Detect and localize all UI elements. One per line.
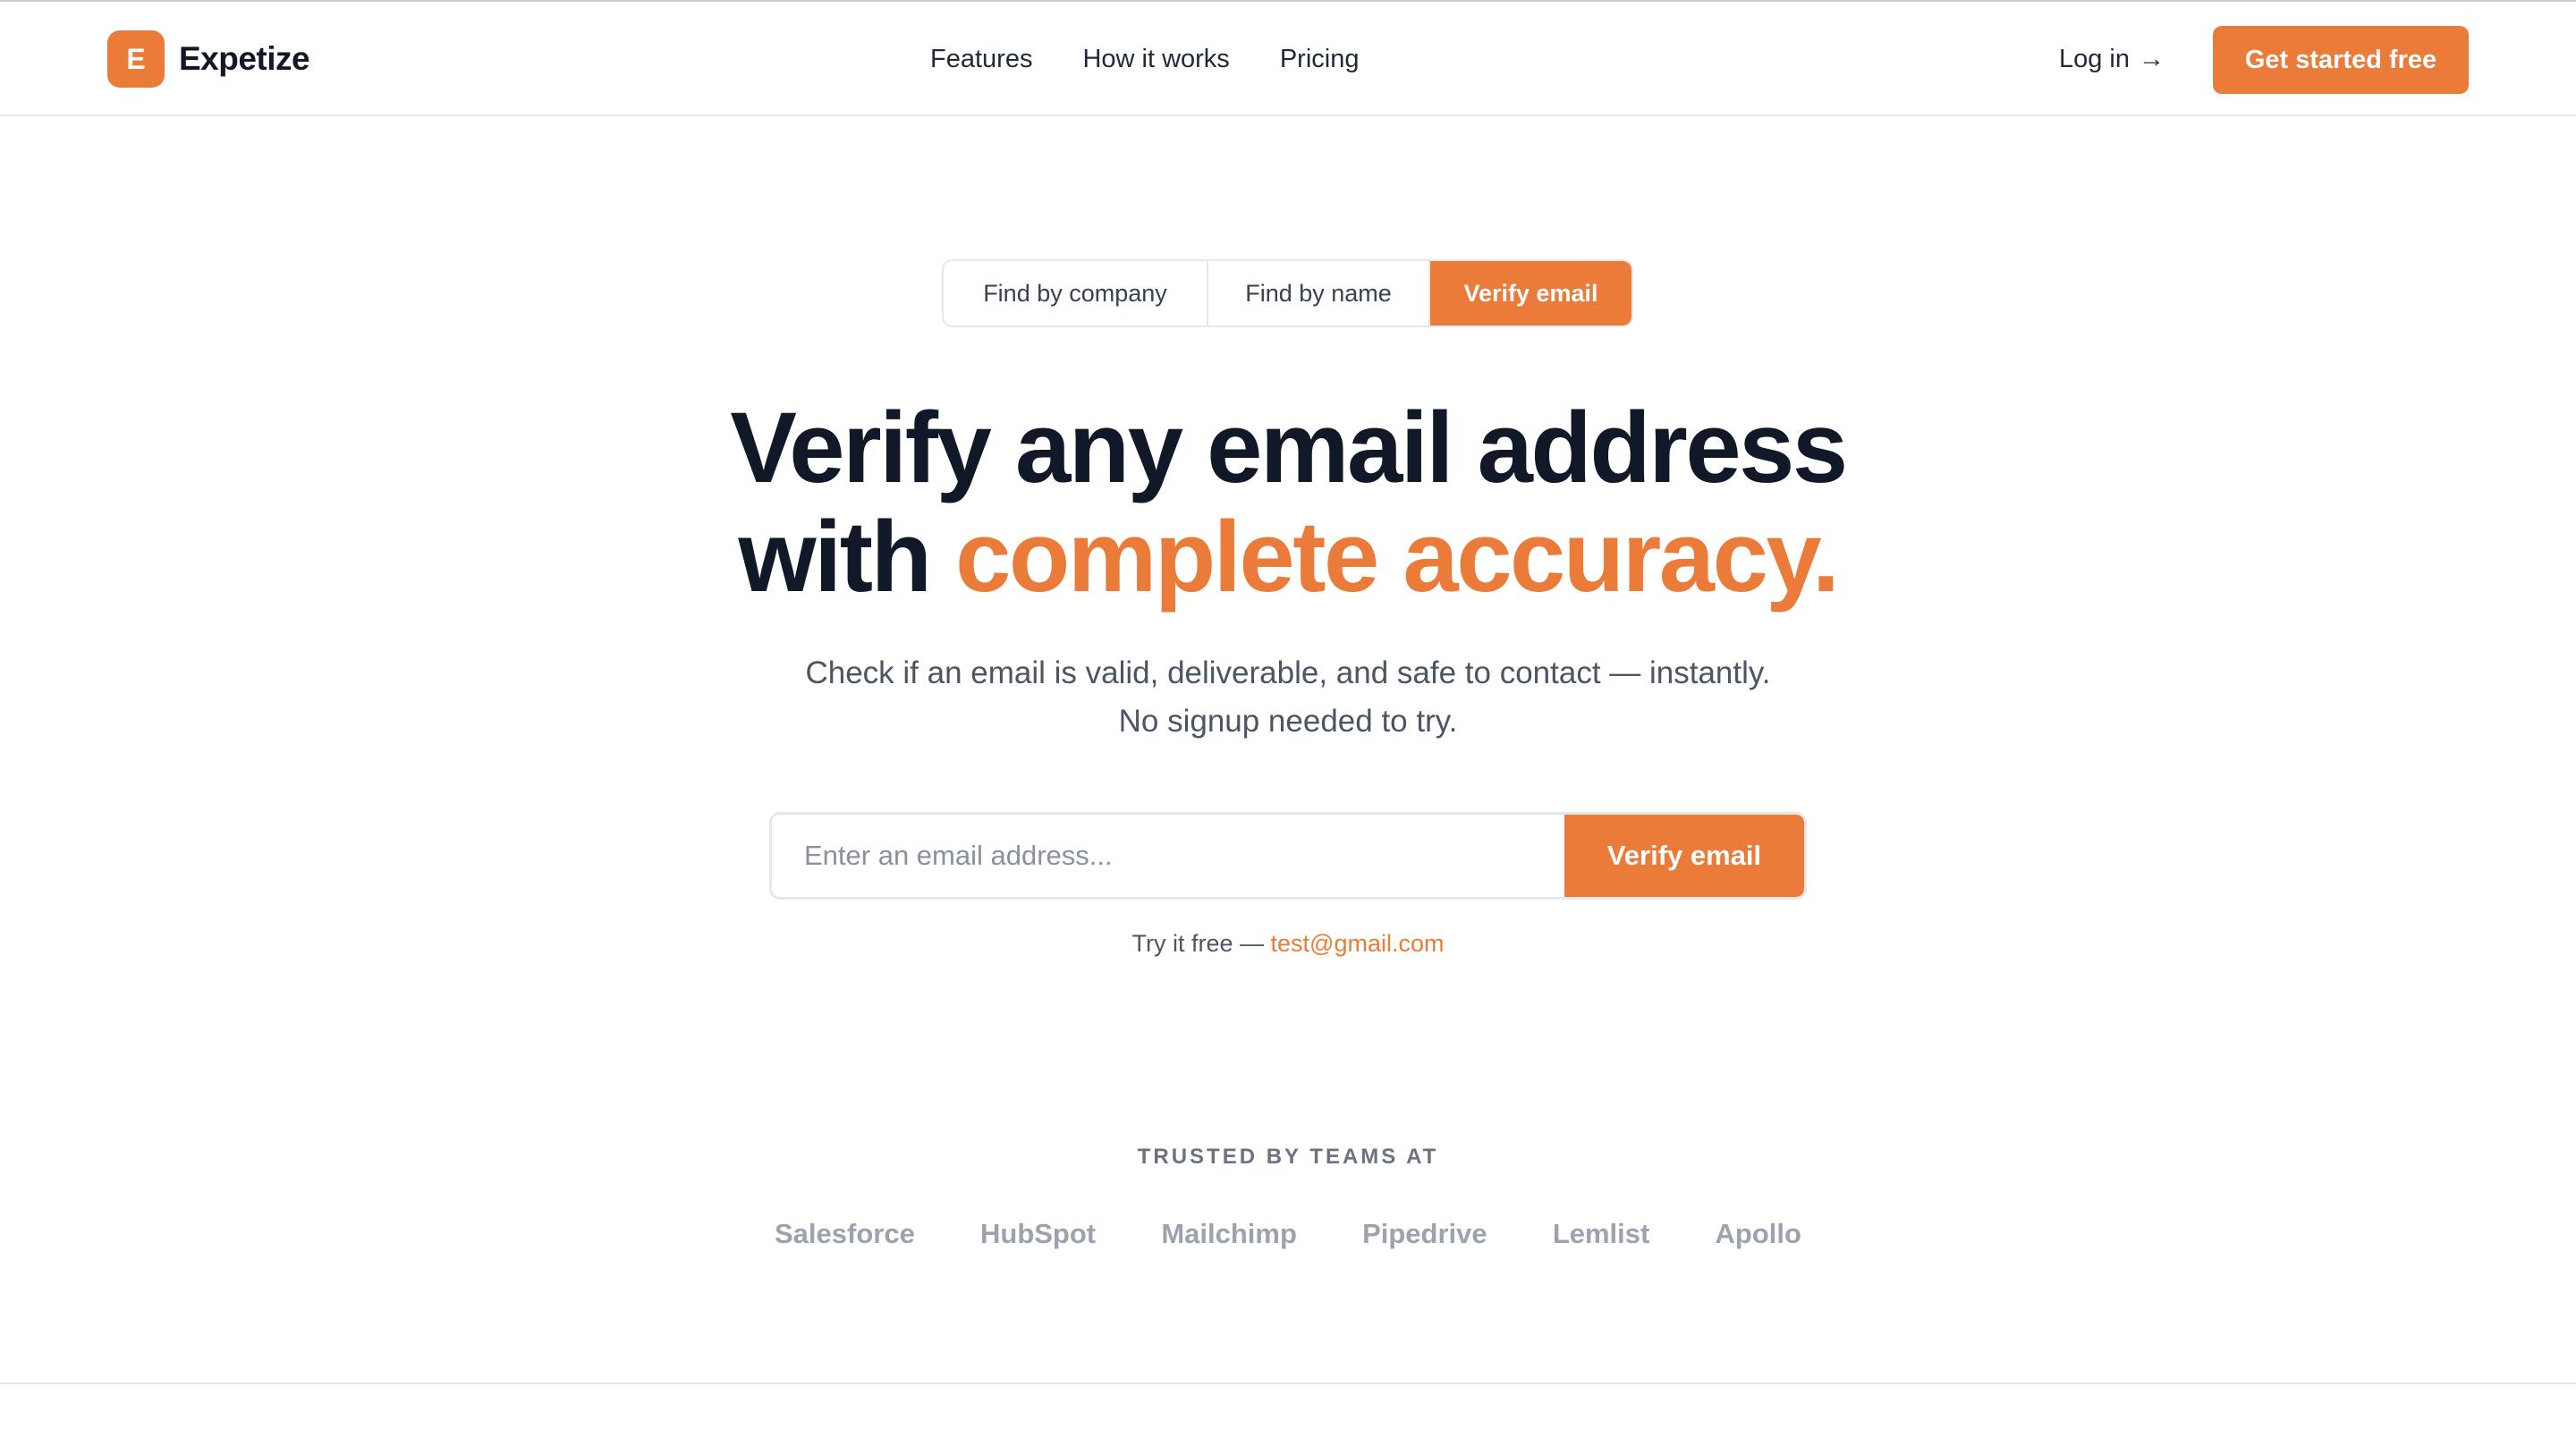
- get-started-button[interactable]: Get started free: [2213, 26, 2469, 94]
- hero-subtitle-line-2: No signup needed to try.: [1118, 704, 1458, 739]
- logo-pipedrive: Pipedrive: [1362, 1218, 1487, 1249]
- logo-salesforce: Salesforce: [775, 1218, 915, 1249]
- logo-hubspot: HubSpot: [980, 1218, 1097, 1249]
- email-input[interactable]: [772, 815, 1564, 897]
- logo-mailchimp: Mailchimp: [1161, 1218, 1297, 1249]
- hero-subtitle: Check if an email is valid, deliverable,…: [0, 649, 2576, 746]
- main-nav: Features How it works Pricing: [930, 36, 1359, 82]
- search-mode-tabs: Find by company Find by name Verify emai…: [942, 259, 1633, 327]
- site-header: E Expetize Features How it works Pricing…: [0, 0, 2576, 116]
- tab-verify-email[interactable]: Verify email: [1430, 261, 1631, 325]
- brand-name: Expetize: [179, 40, 310, 77]
- example-email-link[interactable]: test@gmail.com: [1271, 930, 1445, 957]
- login-link[interactable]: Log in →: [2059, 36, 2165, 82]
- try-it-free-hint: Try it free — test@gmail.com: [0, 930, 2576, 958]
- brand-mark-icon: E: [107, 30, 165, 88]
- logo-lemlist: Lemlist: [1552, 1218, 1650, 1249]
- try-it-free-label: Try it free —: [1131, 930, 1271, 957]
- hero-subtitle-line-1: Check if an email is valid, deliverable,…: [805, 655, 1771, 690]
- nav-link-pricing[interactable]: Pricing: [1280, 45, 1360, 74]
- page: E Expetize Features How it works Pricing…: [0, 0, 2576, 1454]
- nav-link-how-it-works[interactable]: How it works: [1082, 45, 1229, 74]
- verify-email-button[interactable]: Verify email: [1564, 815, 1804, 897]
- logo-apollo: Apollo: [1715, 1218, 1801, 1249]
- arrow-right-icon: →: [2139, 44, 2165, 73]
- login-label: Log in: [2058, 44, 2130, 73]
- brand-logo-link[interactable]: E Expetize: [107, 30, 310, 88]
- section-divider: [0, 1382, 2576, 1384]
- hero-title: Verify any email address with complete a…: [0, 393, 2576, 612]
- trusted-by-label: TRUSTED BY TEAMS AT: [1137, 1145, 1439, 1169]
- tab-find-by-name[interactable]: Find by name: [1208, 261, 1430, 325]
- verify-email-form: Verify email: [769, 812, 1807, 900]
- nav-link-features[interactable]: Features: [930, 45, 1032, 74]
- hero-title-line-1: Verify any email address: [730, 392, 1848, 503]
- hero-title-line-2-prefix: with: [738, 501, 956, 613]
- tab-find-by-company[interactable]: Find by company: [944, 261, 1208, 325]
- hero-title-accent: complete accuracy.: [955, 501, 1840, 613]
- customer-logos: Salesforce HubSpot Mailchimp Pipedrive L…: [775, 1214, 1801, 1254]
